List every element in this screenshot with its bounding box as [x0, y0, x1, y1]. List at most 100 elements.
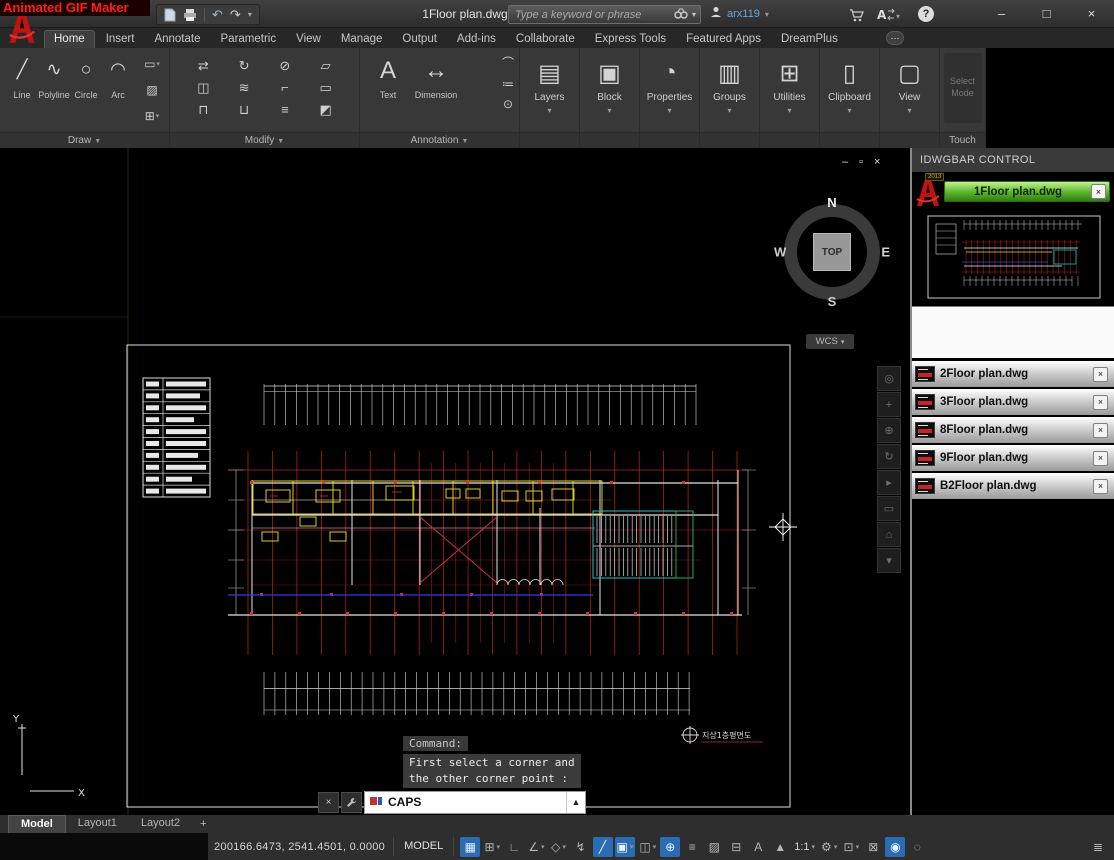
workspace-settings-icon[interactable]: ⚙ ▾ — [819, 837, 839, 857]
search-box[interactable]: Type a keyword or phrase ▾ — [508, 5, 701, 24]
zoom-icon[interactable]: ⊕ — [877, 418, 901, 443]
full-navigation-wheel-icon[interactable]: ◎ — [877, 366, 901, 391]
annotation-tool-icon[interactable]: ⌒ — [502, 54, 514, 71]
modify-tool-icon[interactable]: ≋ — [229, 80, 260, 96]
ribbon-tab-collaborate[interactable]: Collaborate — [507, 31, 584, 49]
annotation-tool-icon[interactable]: ⊙ — [502, 97, 514, 111]
file-tab-b2floor-plan.dwg[interactable]: B2Floor plan.dwg × — [912, 473, 1114, 499]
polyline-tool-icon[interactable]: ∿ Polyline — [38, 52, 70, 101]
ribbon-tab-view[interactable]: View — [287, 31, 330, 49]
search-dropdown-icon[interactable]: ▾ — [688, 10, 700, 19]
orbit-icon[interactable]: ↻ — [877, 444, 901, 469]
polar-tracking-icon[interactable]: ∠ ▾ — [526, 837, 546, 857]
annotation-panel-label[interactable]: Annotation ▼ — [360, 132, 519, 148]
hardware-acceleration-icon[interactable]: ◉ — [885, 836, 906, 857]
utilities-panel-button[interactable]: ⊞ Utilities ▾ — [760, 48, 819, 132]
new-file-icon[interactable] — [164, 8, 176, 22]
3d-object-snap-icon[interactable]: ◫ ▾ — [637, 837, 658, 857]
drawing-canvas[interactable]: 지상1층평면도 Y X – ▫ × N S W E TOP WCS ▾ ◎ + ⊕ ↻ ▸… — [0, 148, 910, 815]
transparency-icon[interactable]: ▨ — [704, 837, 724, 857]
ribbon-tab-output[interactable]: Output — [393, 31, 446, 49]
modify-tool-icon[interactable]: ▭ — [310, 80, 341, 96]
compass-north[interactable]: N — [827, 195, 836, 210]
add-layout-button[interactable]: + — [192, 815, 214, 833]
modify-tool-icon[interactable]: ⊘ — [270, 58, 301, 74]
view-panel-button[interactable]: ▢ View ▾ — [880, 48, 939, 132]
array-tool-icon[interactable]: ⊞ ▾ — [139, 104, 165, 128]
cart-icon[interactable] — [848, 6, 865, 23]
model-space-button[interactable]: MODEL — [393, 837, 455, 856]
file-tab-8floor-plan.dwg[interactable]: 8Floor plan.dwg × — [912, 417, 1114, 443]
ribbon-tab-insert[interactable]: Insert — [97, 31, 144, 49]
selection-cycling-icon[interactable]: ⊟ — [726, 837, 746, 857]
modify-tool-icon[interactable]: ⊓ — [188, 102, 219, 118]
pan-icon[interactable]: + — [877, 392, 901, 417]
modify-tool-icon[interactable]: ⊔ — [229, 102, 260, 118]
line-tool-icon[interactable]: ╱ Line — [6, 52, 38, 101]
compass-west[interactable]: W — [774, 245, 786, 260]
clipboard-panel-button[interactable]: ▯ Clipboard ▾ — [820, 48, 879, 132]
groups-panel-button[interactable]: ▥ Groups ▾ — [700, 48, 759, 132]
lineweight-icon[interactable]: ≡ — [682, 837, 702, 857]
hatch-tool-icon[interactable]: ▨ — [139, 78, 165, 102]
file-tab-3floor-plan.dwg[interactable]: 3Floor plan.dwg × — [912, 389, 1114, 415]
close-file-icon[interactable]: × — [1093, 366, 1108, 382]
view-compass[interactable]: N S W E TOP — [774, 195, 890, 309]
text-tool-icon[interactable]: A Text — [368, 52, 408, 100]
command-history-toggle-icon[interactable]: ▲ — [566, 791, 585, 813]
modify-tool-icon[interactable]: ◩ — [310, 102, 341, 118]
ribbon-tab-dreamplus[interactable]: DreamPlus — [772, 31, 847, 49]
search-input[interactable]: Type a keyword or phrase — [509, 9, 674, 21]
close-file-icon[interactable]: × — [1093, 450, 1108, 466]
maximize-icon[interactable]: □ — [1024, 0, 1069, 28]
autoscale-icon[interactable]: ▲ — [770, 837, 790, 857]
ribbon-tab-express-tools[interactable]: Express Tools — [586, 31, 675, 49]
previous-view-icon[interactable]: ▭ — [877, 496, 901, 521]
close-icon[interactable]: × — [1069, 0, 1114, 28]
isometric-drafting-icon[interactable]: ◇ ▾ — [549, 837, 569, 857]
command-input[interactable]: CAPS ▲ — [364, 790, 586, 814]
username-label[interactable]: arx119 — [727, 8, 760, 20]
modify-tool-icon[interactable]: ⇄ — [188, 58, 219, 74]
coordinate-readout[interactable]: 200166.6473, 2541.4501, 0.0000 — [214, 841, 385, 853]
modify-tool-icon[interactable]: ≡ — [270, 102, 301, 118]
layers-panel-button[interactable]: ▤ Layers ▾ — [520, 48, 579, 132]
snap-mode-icon[interactable]: ⊞ ▾ — [482, 837, 502, 857]
ribbon-tab-add-ins[interactable]: Add-ins — [448, 31, 505, 49]
exchange-apps-icon[interactable]: A ▾ — [874, 6, 902, 23]
dynamic-input-icon[interactable]: ⊕ — [660, 836, 681, 857]
object-snap-tracking-icon[interactable]: ↯ — [571, 837, 591, 857]
undo-icon[interactable]: ↶ — [212, 8, 223, 21]
active-file-row[interactable]: 2013 1Floor plan.dwg × — [912, 172, 1114, 210]
drawing-restore-icon[interactable]: ▫ — [859, 156, 863, 168]
ribbon-tab-parametric[interactable]: Parametric — [212, 31, 286, 49]
circle-tool-icon[interactable]: ○ Circle — [70, 52, 102, 101]
ribbon-tab-manage[interactable]: Manage — [332, 31, 392, 49]
active-file-tab[interactable]: 1Floor plan.dwg × — [944, 181, 1110, 202]
home-view-icon[interactable]: ⌂ — [877, 522, 901, 547]
file-tab-9floor-plan.dwg[interactable]: 9Floor plan.dwg × — [912, 445, 1114, 471]
annotation-monitor-icon[interactable]: ⊡ ▾ — [841, 837, 861, 857]
customize-command-icon[interactable] — [341, 791, 362, 813]
close-file-icon[interactable]: × — [1093, 478, 1108, 494]
draw-panel-label[interactable]: Draw ▼ — [0, 132, 169, 148]
close-file-icon[interactable]: × — [1091, 184, 1106, 199]
showmotion-icon[interactable]: ▸ — [877, 470, 901, 495]
dimension-tool-icon[interactable]: ↔ Dimension — [415, 52, 458, 100]
search-binoculars-icon[interactable] — [674, 6, 688, 24]
isolate-objects-icon[interactable]: ◌ — [907, 837, 927, 857]
select-mode-button[interactable]: Select Mode — [943, 53, 982, 123]
properties-panel-button[interactable]: ◔ Properties ▾ — [640, 48, 699, 132]
compass-south[interactable]: S — [828, 294, 837, 309]
grid-display-icon[interactable]: ▦ — [460, 836, 481, 857]
modify-tool-icon[interactable]: ↻ — [229, 58, 260, 74]
quick-properties-icon[interactable]: ⊠ — [863, 837, 883, 857]
drawing-close-icon[interactable]: × — [874, 156, 880, 168]
modify-panel-label[interactable]: Modify ▼ — [170, 132, 359, 148]
layout-tab-layout2[interactable]: Layout2 — [129, 815, 192, 833]
modify-tool-icon[interactable]: ⌐ — [270, 80, 301, 96]
customization-icon[interactable]: ≣ — [1088, 837, 1108, 857]
ribbon-tab-home[interactable]: Home — [44, 29, 95, 48]
close-command-icon[interactable]: × — [318, 791, 339, 813]
ortho-mode-icon[interactable]: ∟ — [504, 837, 524, 857]
